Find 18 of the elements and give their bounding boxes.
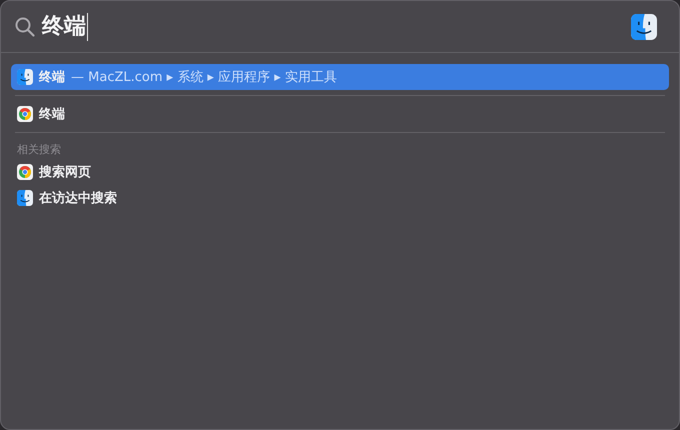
browser-icon <box>17 106 33 122</box>
result-title: 终端 <box>39 106 65 123</box>
result-item[interactable]: 终端 <box>11 101 669 127</box>
search-icon <box>14 16 36 38</box>
text-cursor <box>87 12 88 40</box>
smiley-face-icon <box>17 69 33 85</box>
result-path: — MacZL.com ▸ 系统 ▸ 应用程序 ▸ 实用工具 <box>71 69 337 86</box>
smiley-face-icon <box>631 14 657 40</box>
browser-icon <box>17 164 33 180</box>
result-title: 终端 <box>39 69 65 86</box>
result-title: 在访达中搜索 <box>39 190 117 207</box>
search-field[interactable]: 终端 <box>42 12 86 42</box>
result-item[interactable]: 终端 — MacZL.com ▸ 系统 ▸ 应用程序 ▸ 实用工具 <box>11 64 669 90</box>
result-item[interactable]: 搜索网页 <box>11 159 669 185</box>
smiley-face-icon <box>17 190 33 206</box>
section-header: 相关搜索 <box>16 142 62 158</box>
result-title: 搜索网页 <box>39 164 91 181</box>
result-item[interactable]: 在访达中搜索 <box>11 185 669 211</box>
